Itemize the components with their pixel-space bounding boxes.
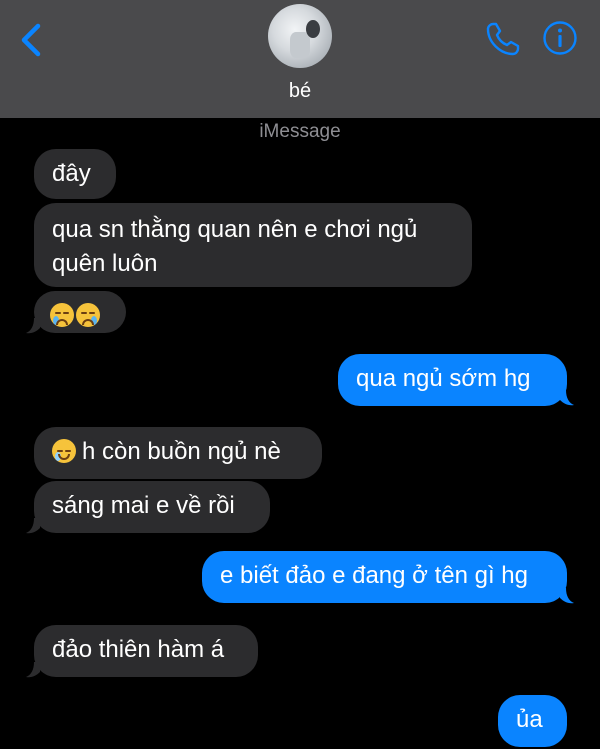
message-bubble-incoming[interactable]: qua sn thằng quan nên e chơi ngủ quên lu… — [34, 203, 472, 287]
message-text: qua sn thằng quan nên e chơi ngủ — [52, 216, 418, 243]
message-text: sáng mai e về rồi — [52, 492, 235, 519]
message-text: h còn buồn ngủ nè — [82, 438, 281, 465]
crying-face-emoji — [76, 303, 100, 327]
bubble-tail — [560, 588, 574, 604]
message-text: đây — [52, 160, 91, 187]
message-bubble-incoming[interactable]: h còn buồn ngủ nè — [34, 427, 322, 479]
message-text: ủa — [516, 706, 543, 733]
message-text: e biết đảo e đang ở tên gì hg — [220, 562, 528, 589]
message-bubble-incoming[interactable]: đảo thiên hàm á — [34, 625, 258, 677]
message-text: đảo thiên hàm á — [52, 636, 225, 663]
crying-face-emoji — [50, 303, 74, 327]
bubble-tail — [26, 318, 40, 334]
back-button[interactable] — [14, 20, 50, 60]
service-label: iMessage — [259, 121, 341, 142]
message-bubble-incoming[interactable] — [34, 291, 126, 333]
info-button[interactable] — [542, 20, 578, 56]
bubble-tail — [26, 662, 40, 678]
message-text: qua ngủ sớm hg — [356, 365, 531, 392]
message-bubble-outgoing[interactable]: e biết đảo e đang ở tên gì hg — [202, 551, 567, 603]
message-bubble-outgoing[interactable]: ủa — [498, 695, 567, 747]
call-button[interactable] — [484, 20, 522, 58]
phone-icon — [486, 22, 520, 56]
message-text: quên luôn — [52, 250, 158, 277]
sleeping-face-emoji — [52, 439, 76, 463]
message-bubble-incoming[interactable]: đây — [34, 149, 116, 199]
bubble-tail — [26, 518, 40, 534]
contact-name[interactable]: bé — [0, 80, 600, 103]
contact-avatar[interactable] — [268, 4, 332, 68]
bubble-tail — [560, 390, 574, 406]
message-bubble-outgoing[interactable]: qua ngủ sớm hg — [338, 354, 567, 406]
conversation-header: bé — [0, 0, 600, 118]
chevron-left-icon — [21, 23, 41, 57]
info-icon — [543, 21, 577, 55]
message-bubble-incoming[interactable]: sáng mai e về rồi — [34, 481, 270, 533]
